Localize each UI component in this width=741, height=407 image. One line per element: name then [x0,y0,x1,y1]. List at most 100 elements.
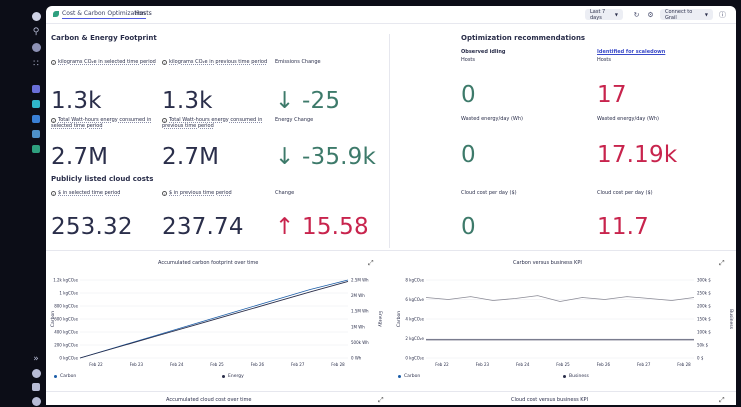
optimization-title: Optimization recommendations [461,34,586,42]
observed-idling-sub: Hosts [461,57,475,63]
expand-icon[interactable]: ⤢ [368,259,374,268]
app-icon-2[interactable] [30,98,42,110]
scaledown-wasted-label: Wasted energy/day (Wh) [597,116,659,122]
idling-hosts-value: 0 [461,82,476,108]
info-icon[interactable]: i [51,191,56,196]
kpi-label-carbon-previous: i kilograms CO₂e in previous time period [162,59,272,65]
kpi-label-emissions-change: Emissions Change [275,59,321,65]
legend-item-business[interactable]: Business [563,374,589,379]
kpi-value-carbon-previous: 1.3k [162,88,213,114]
chart-title-carbon-footprint: Accumulated carbon footprint over time [158,260,259,266]
y-tick-label: 400 kgCO₂e [54,330,78,335]
y2-tick-label: 1.5M Wh [351,309,369,314]
app-icon-1[interactable] [30,83,42,95]
x-tick-label: Feb 23 [130,362,144,367]
info-icon[interactable]: i [162,191,167,196]
expand-icon[interactable]: ⤢ [719,259,725,268]
y2-tick-label: 250k $ [697,291,711,296]
expand-icon[interactable]: ⤢ [378,396,384,405]
app-frame: ⚲ ∷ » Cost & Carbon Optimization Hosts L… [0,0,741,407]
y-tick-label: 2 kgCO₂e [405,336,424,341]
kpi-label-energy-previous: i Total Watt-hours energy consumed in pre… [162,117,263,129]
top-bar: Cost & Carbon Optimization Hosts Last 7 … [46,6,736,24]
apps-grid-icon[interactable]: ∷ [30,58,42,70]
kpi-value-energy-previous: 2.7M [162,144,220,170]
connect-grail-button[interactable]: Connect to Grail ▼ [660,8,713,21]
scaledown-sub: Hosts [597,57,611,63]
series-line-carbon [425,295,695,302]
x-tick-label: Feb 25 [210,362,224,367]
observed-idling-header: Observed idling [461,49,506,55]
charts-divider [46,250,736,251]
x-tick-label: Feb 25 [556,362,570,367]
y-axis-label: Carbon [50,311,56,327]
kpi-label-cost-selected: i $ in selected time period [51,190,161,196]
user-avatar-icon[interactable] [30,395,42,407]
help-icon[interactable]: ⓘ [718,9,727,20]
breadcrumb-app[interactable]: Cost & Carbon Optimization [62,10,146,19]
app-icon-4[interactable] [30,128,42,140]
carbon-app-icon[interactable] [30,143,42,155]
timeframe-selector[interactable]: Last 7 days ▼ [585,9,623,21]
kpi-value-energy-selected: 2.7M [51,144,109,170]
scaledown-wasted-value: 17.19k [597,142,678,168]
connect-grail-label: Connect to Grail [665,8,693,21]
y-tick-label: 4 kgCO₂e [405,317,424,322]
kpi-value-energy-change: ↓ -35.9k [275,144,377,170]
y-tick-label: 800 kgCO₂e [54,304,78,309]
kpi-label-cost-change: Change [275,190,295,196]
chart-title-carbon-kpi: Carbon versus business KPI [513,260,582,266]
search-icon[interactable]: ⚲ [30,26,42,38]
rocket-icon[interactable] [30,41,42,53]
logo-icon[interactable] [30,10,42,22]
section-divider [389,34,390,248]
y-tick-label: 8 kgCO₂e [405,278,424,283]
kpi-label-energy-selected: i Total Watt-hours energy consumed in sel… [51,117,152,129]
y2-tick-label: 1M Wh [351,324,365,329]
y2-tick-label: 500k Wh [351,340,369,345]
footprint-title: Carbon & Energy Footprint [51,34,157,42]
expand-rail-icon[interactable]: » [30,353,42,365]
refresh-icon[interactable]: ↻ [632,9,641,20]
y-axis-label: Carbon [396,311,402,327]
notifications-icon[interactable] [30,381,42,393]
y2-axis-label: Business [728,309,734,329]
expand-icon[interactable]: ⤢ [719,396,725,405]
y2-tick-label: 50k $ [697,343,709,348]
gear-icon[interactable]: ⚙ [646,9,655,20]
info-icon[interactable]: i [162,60,167,65]
cloud-costs-title: Publicly listed cloud costs [51,175,154,183]
x-tick-label: Feb 28 [331,362,345,367]
chevron-down-icon: ▼ [614,12,618,17]
breadcrumb-page[interactable]: Hosts [135,10,152,17]
app-icon-3[interactable] [30,113,42,125]
scaledown-cost-label: Cloud cost per day ($) [597,190,653,196]
y-tick-label: 1.2k kgCO₂e [53,278,78,283]
legend-item-carbon[interactable]: Carbon [54,374,76,379]
x-tick-label: Feb 28 [677,362,691,367]
help-rail-icon[interactable] [30,367,42,379]
chart-title-cloud-cost: Accumulated cloud cost over time [166,397,252,403]
scaledown-cost-value: 11.7 [597,214,650,240]
kpi-value-emissions-change: ↓ -25 [275,88,341,114]
kpi-value-cost-selected: 253.32 [51,214,133,240]
info-icon[interactable]: i [51,60,56,65]
kpi-label-cost-previous: i $ in previous time period [162,190,272,196]
idling-wasted-label: Wasted energy/day (Wh) [461,116,523,122]
kpi-value-cost-change: ↑ 15.58 [275,214,369,240]
legend-item-energy[interactable]: Energy [222,374,244,379]
kpi-label-carbon-selected: i kilograms CO₂e in selected time period [51,59,161,65]
scaledown-hosts-value: 17 [597,82,627,108]
y2-tick-label: 0 Wh [351,356,362,361]
kpi-value-carbon-selected: 1.3k [51,88,102,114]
y2-tick-label: 0 $ [697,356,704,361]
y2-tick-label: 200k $ [697,304,711,309]
scaledown-link[interactable]: Identified for scaledown [597,49,665,55]
x-tick-label: Feb 24 [170,362,184,367]
x-tick-label: Feb 24 [516,362,530,367]
y-tick-label: 200 kgCO₂e [54,343,78,348]
y2-tick-label: 300k $ [697,278,711,283]
x-tick-label: Feb 26 [251,362,265,367]
legend-item-carbon[interactable]: Carbon [398,374,420,379]
idling-cost-value: 0 [461,214,476,240]
